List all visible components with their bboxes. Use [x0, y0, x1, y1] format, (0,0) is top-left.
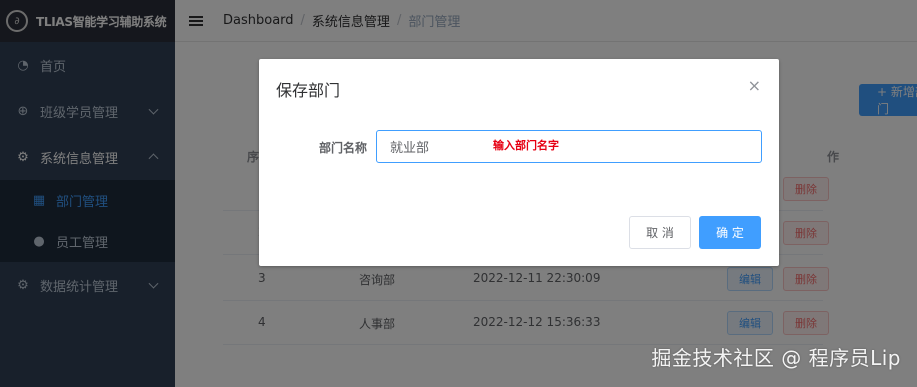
save-department-dialog: 保存部门 × 部门名称 输入部门名字 取 消 确 定 [259, 59, 779, 266]
close-icon[interactable]: × [748, 76, 761, 95]
annotation-text: 输入部门名字 [493, 139, 559, 152]
dialog-title: 保存部门 [276, 81, 341, 100]
department-name-input[interactable] [376, 130, 762, 163]
department-name-label: 部门名称 [319, 141, 368, 155]
watermark: 掘金技术社区 @ 程序员Lip [651, 346, 901, 370]
confirm-button[interactable]: 确 定 [699, 216, 761, 249]
cancel-button[interactable]: 取 消 [629, 216, 691, 249]
